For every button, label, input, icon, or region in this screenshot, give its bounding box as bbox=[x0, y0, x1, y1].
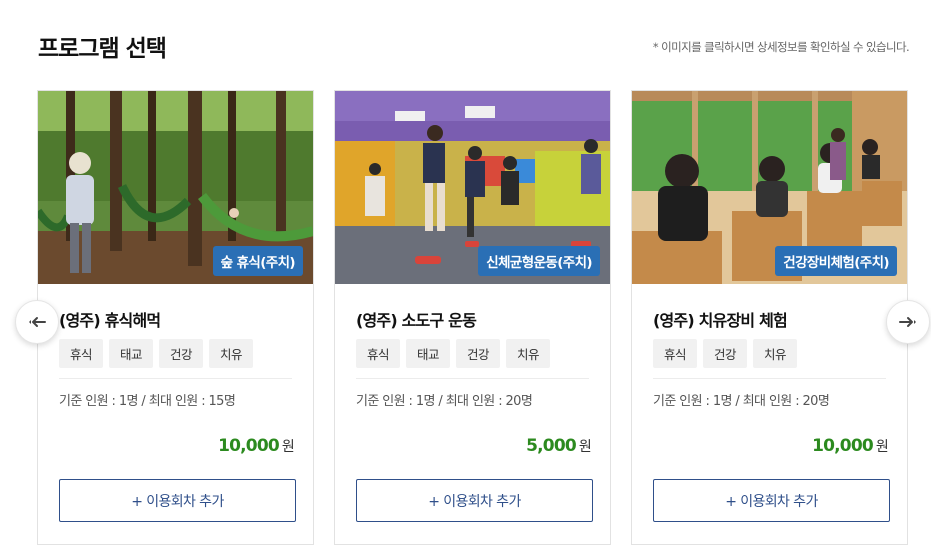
capacity-info: 기준 인원 : 1명 / 최대 인원 : 15명 bbox=[59, 394, 236, 409]
program-card-exercise: 신체균형운동(주치) (영주) 소도구 운동 휴식 태교 건강 치유 기준 인원… bbox=[334, 90, 611, 545]
image-label-badge: 건강장비체험(주치) bbox=[775, 246, 897, 276]
tag-healing: 치유 bbox=[506, 339, 551, 368]
divider bbox=[356, 378, 589, 379]
capacity-info: 기준 인원 : 1명 / 최대 인원 : 20명 bbox=[653, 394, 830, 409]
page-title: 프로그램 선택 bbox=[38, 36, 167, 62]
tag-prenatal: 태교 bbox=[406, 339, 451, 368]
price-unit: 원 bbox=[578, 439, 592, 455]
program-name: (영주) 휴식해먹 bbox=[59, 311, 161, 330]
price: 10,000 원 bbox=[812, 436, 889, 456]
tag-rest: 휴식 bbox=[59, 339, 104, 368]
price-unit: 원 bbox=[281, 439, 295, 455]
program-card-equipment: 건강장비체험(주치) (영주) 치유장비 체험 휴식 건강 치유 기준 인원 :… bbox=[631, 90, 908, 545]
image-click-notice: * 이미지를 클릭하시면 상세정보를 확인하실 수 있습니다. bbox=[652, 40, 910, 54]
tag-health: 건강 bbox=[703, 339, 748, 368]
price-value: 5,000 bbox=[526, 436, 577, 456]
tag-list: 휴식 건강 치유 bbox=[653, 339, 798, 368]
price-unit: 원 bbox=[875, 439, 889, 455]
program-name: (영주) 치유장비 체험 bbox=[653, 311, 788, 330]
arrow-right-icon bbox=[899, 316, 917, 328]
divider bbox=[653, 378, 886, 379]
tag-list: 휴식 태교 건강 치유 bbox=[59, 339, 254, 368]
add-session-button[interactable]: + 이용회차 추가 bbox=[59, 479, 296, 522]
add-session-button[interactable]: + 이용회차 추가 bbox=[653, 479, 890, 522]
capacity-info: 기준 인원 : 1명 / 최대 인원 : 20명 bbox=[356, 394, 533, 409]
carousel-next-button[interactable] bbox=[886, 300, 930, 344]
price-value: 10,000 bbox=[218, 436, 280, 456]
tag-health: 건강 bbox=[456, 339, 501, 368]
tag-healing: 치유 bbox=[753, 339, 798, 368]
add-session-button[interactable]: + 이용회차 추가 bbox=[356, 479, 593, 522]
carousel-prev-button[interactable] bbox=[15, 300, 59, 344]
price: 10,000 원 bbox=[218, 436, 295, 456]
tag-health: 건강 bbox=[159, 339, 204, 368]
tag-list: 휴식 태교 건강 치유 bbox=[356, 339, 551, 368]
price-value: 10,000 bbox=[812, 436, 874, 456]
tag-rest: 휴식 bbox=[356, 339, 401, 368]
image-label-badge: 숲 휴식(주치) bbox=[212, 246, 303, 276]
tag-rest: 휴식 bbox=[653, 339, 698, 368]
program-name: (영주) 소도구 운동 bbox=[356, 311, 477, 330]
divider bbox=[59, 378, 292, 379]
arrow-left-icon bbox=[28, 316, 46, 328]
program-card-hammock: 숲 휴식(주치) (영주) 휴식해먹 휴식 태교 건강 치유 기준 인원 : 1… bbox=[37, 90, 314, 545]
price: 5,000 원 bbox=[526, 436, 592, 456]
tag-healing: 치유 bbox=[209, 339, 254, 368]
image-label-badge: 신체균형운동(주치) bbox=[478, 246, 600, 276]
tag-prenatal: 태교 bbox=[109, 339, 154, 368]
